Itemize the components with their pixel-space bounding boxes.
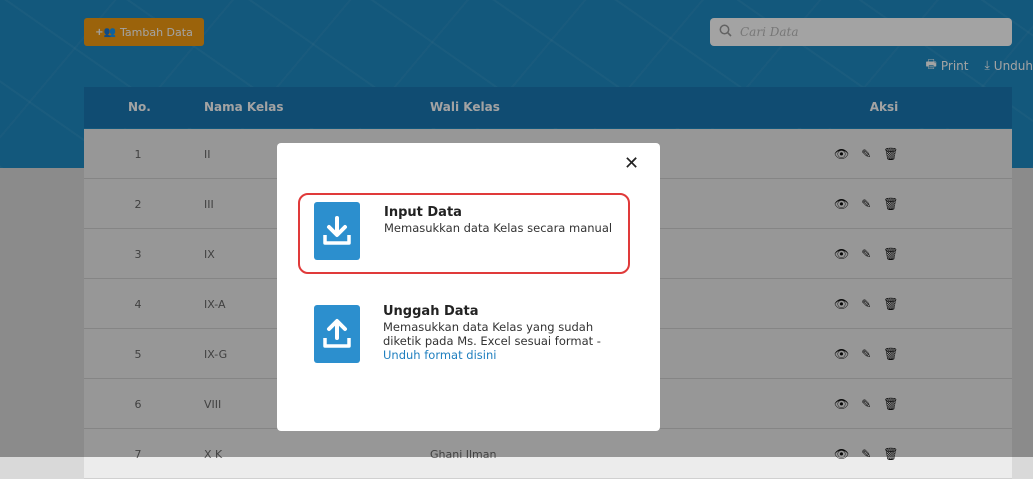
upload-data-text: Unggah Data Memasukkan data Kelas yang s…	[383, 304, 623, 363]
input-data-title: Input Data	[384, 205, 462, 220]
upload-arrow-icon	[314, 305, 360, 363]
upload-data-title: Unggah Data	[383, 304, 479, 319]
add-data-modal: ✕ Input Data Memasukkan data Kelas secar…	[277, 143, 660, 431]
upload-data-description: Memasukkan data Kelas yang sudah diketik…	[383, 320, 601, 348]
close-icon[interactable]: ✕	[624, 153, 639, 174]
input-data-text: Input Data Memasukkan data Kelas secara …	[384, 205, 624, 236]
download-format-link[interactable]: Unduh format disini	[383, 348, 623, 362]
download-arrow-icon	[314, 202, 360, 260]
input-data-option[interactable]: Input Data Memasukkan data Kelas secara …	[298, 193, 630, 274]
input-data-description: Memasukkan data Kelas secara manual	[384, 221, 613, 235]
